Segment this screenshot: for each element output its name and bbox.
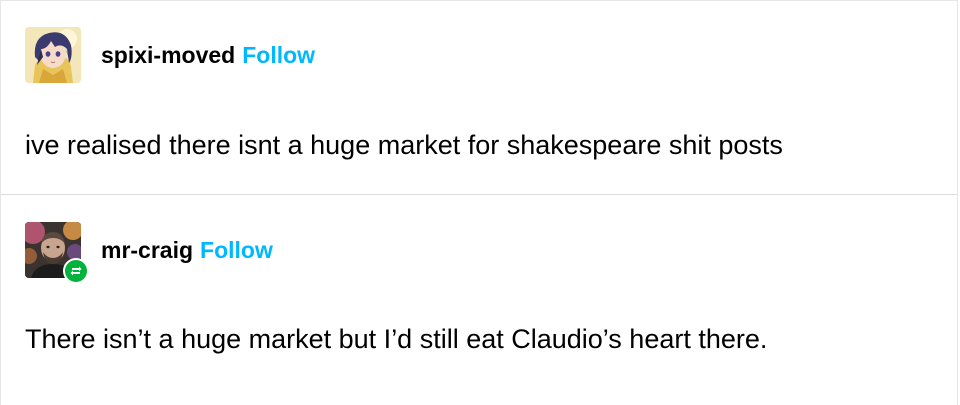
post-spixi-moved: spixi-moved Follow ive realised there is…: [1, 1, 957, 195]
avatar-image: [25, 27, 81, 83]
post-body-text: There isn’t a huge market but I’d still …: [25, 324, 768, 354]
post-body-text: ive realised there isnt a huge market fo…: [25, 130, 783, 160]
reblog-arrows-icon: [70, 266, 82, 276]
post-header: spixi-moved Follow: [25, 27, 315, 83]
post-header: mr-craig Follow: [25, 222, 273, 284]
post-thread: spixi-moved Follow ive realised there is…: [0, 0, 958, 405]
photo-avatar-icon[interactable]: [25, 222, 89, 284]
name-line: spixi-moved Follow: [101, 41, 315, 69]
username-link[interactable]: spixi-moved: [101, 41, 235, 69]
post-mr-craig: mr-craig Follow There isn’t a huge marke…: [1, 195, 957, 405]
follow-button[interactable]: Follow: [200, 236, 273, 264]
follow-button[interactable]: Follow: [242, 41, 315, 69]
reblog-icon: [63, 258, 89, 284]
anime-avatar-icon[interactable]: [25, 27, 81, 83]
username-link[interactable]: mr-craig: [101, 236, 193, 264]
name-line: mr-craig Follow: [101, 236, 273, 264]
